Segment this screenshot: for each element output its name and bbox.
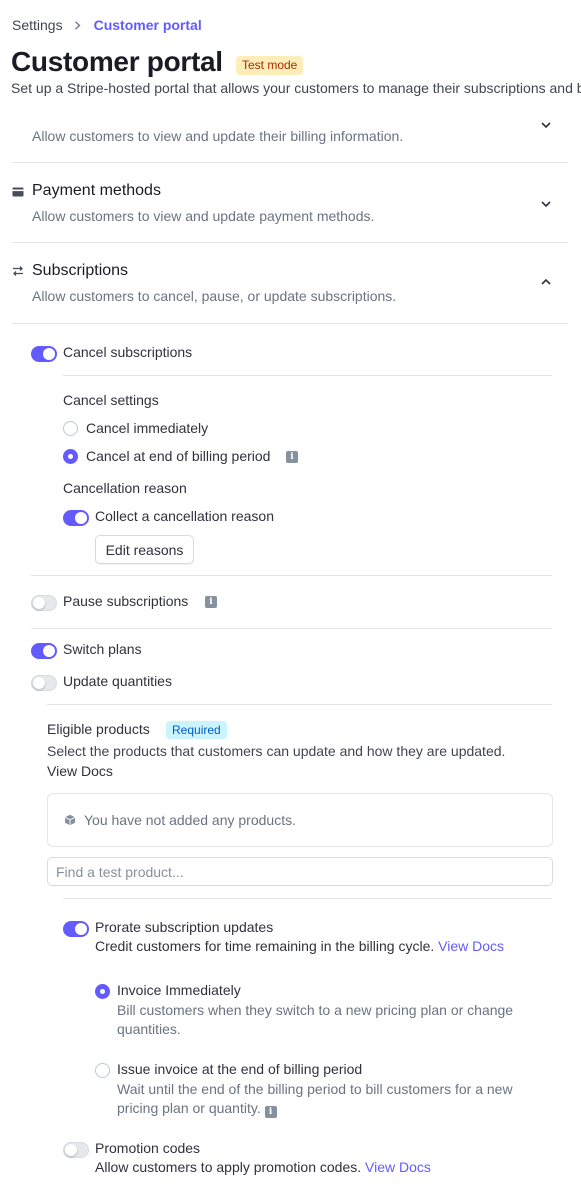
eligible-products-description: Select the products that customers can u… [47,743,506,759]
subscriptions-description: Allow customers to cancel, pause, or upd… [32,288,397,304]
promotion-view-docs-link[interactable]: View Docs [365,1159,431,1175]
swap-arrows-icon [13,266,23,276]
edit-reasons-button[interactable]: Edit reasons [95,535,194,564]
cancel-settings-heading: Cancel settings [63,392,159,408]
promotion-codes-label: Promotion codes [95,1140,201,1156]
section-divider [12,323,568,324]
view-docs-link[interactable]: View Docs [47,763,113,779]
info-icon[interactable]: i [286,451,298,463]
promotion-codes-description-text: Allow customers to apply promotion codes… [95,1159,362,1175]
section-divider [12,162,568,163]
switch-plans-label: Switch plans [63,641,142,657]
pause-subscriptions-toggle[interactable] [31,595,57,611]
collect-reason-label: Collect a cancellation reason [95,508,274,524]
breadcrumb-current[interactable]: Customer portal [94,17,202,33]
cancel-immediately-label: Cancel immediately [86,420,209,436]
chevron-down-icon[interactable] [539,197,553,211]
cancel-end-of-period-label: Cancel at end of billing period [86,448,271,464]
product-search-input[interactable] [47,857,553,886]
invoice-end-of-period-description: Wait until the end of the billing period… [117,1080,547,1118]
invoice-immediately-title: Invoice Immediately [117,982,241,998]
prorate-toggle[interactable] [63,921,89,937]
page-title: Customer portal [11,46,223,77]
cancel-end-of-period-radio[interactable] [63,449,78,464]
divider [31,575,552,576]
test-mode-badge: Test mode [236,56,304,75]
payment-methods-description: Allow customers to view and update payme… [32,208,375,224]
credit-card-icon [12,187,24,197]
cancel-subscriptions-label: Cancel subscriptions [63,344,193,360]
promotion-codes-description: Allow customers to apply promotion codes… [95,1159,431,1175]
chevron-down-icon[interactable] [539,118,553,132]
eligible-products-title: Eligible products [47,721,150,737]
prorate-description: Credit customers for time remaining in t… [95,938,504,954]
cancel-subscriptions-toggle[interactable] [31,346,57,362]
billing-info-description: Allow customers to view and update their… [32,128,404,144]
cube-icon [64,814,76,826]
invoice-end-of-period-description-text: Wait until the end of the billing period… [117,1081,513,1116]
subscriptions-title: Subscriptions [32,262,129,279]
update-quantities-label: Update quantities [63,673,172,689]
prorate-label: Prorate subscription updates [95,919,274,935]
payment-methods-title: Payment methods [32,182,161,199]
collect-reason-toggle[interactable] [63,510,89,526]
update-quantities-toggle[interactable] [31,675,57,691]
chevron-right-icon [74,20,81,30]
switch-plans-toggle[interactable] [31,643,57,659]
pause-subscriptions-label: Pause subscriptions [63,593,189,609]
promotion-codes-toggle[interactable] [63,1142,89,1158]
breadcrumb-settings-link[interactable]: Settings [12,17,63,33]
invoice-immediately-description: Bill customers when they switch to a new… [117,1002,514,1037]
info-icon[interactable]: i [264,1106,277,1118]
breadcrumb: Settings Customer portal [12,16,202,34]
empty-products-text: You have not added any products. [84,812,296,828]
invoice-immediately-radio[interactable] [95,984,110,999]
section-divider [12,242,568,243]
cancel-immediately-radio[interactable] [63,421,78,436]
page-subtitle: Set up a Stripe-hosted portal that allow… [11,80,581,96]
divider [63,898,552,899]
info-icon[interactable]: i [205,596,217,608]
divider [47,704,552,705]
required-badge: Required [166,721,227,739]
invoice-end-of-period-radio[interactable] [95,1063,110,1078]
prorate-description-text: Credit customers for time remaining in t… [95,938,435,954]
prorate-view-docs-link[interactable]: View Docs [438,938,504,954]
divider [63,375,552,376]
chevron-up-icon[interactable] [539,275,553,289]
cancellation-reason-heading: Cancellation reason [63,480,187,496]
invoice-end-of-period-title: Issue invoice at the end of billing peri… [117,1061,363,1077]
divider [31,628,552,629]
